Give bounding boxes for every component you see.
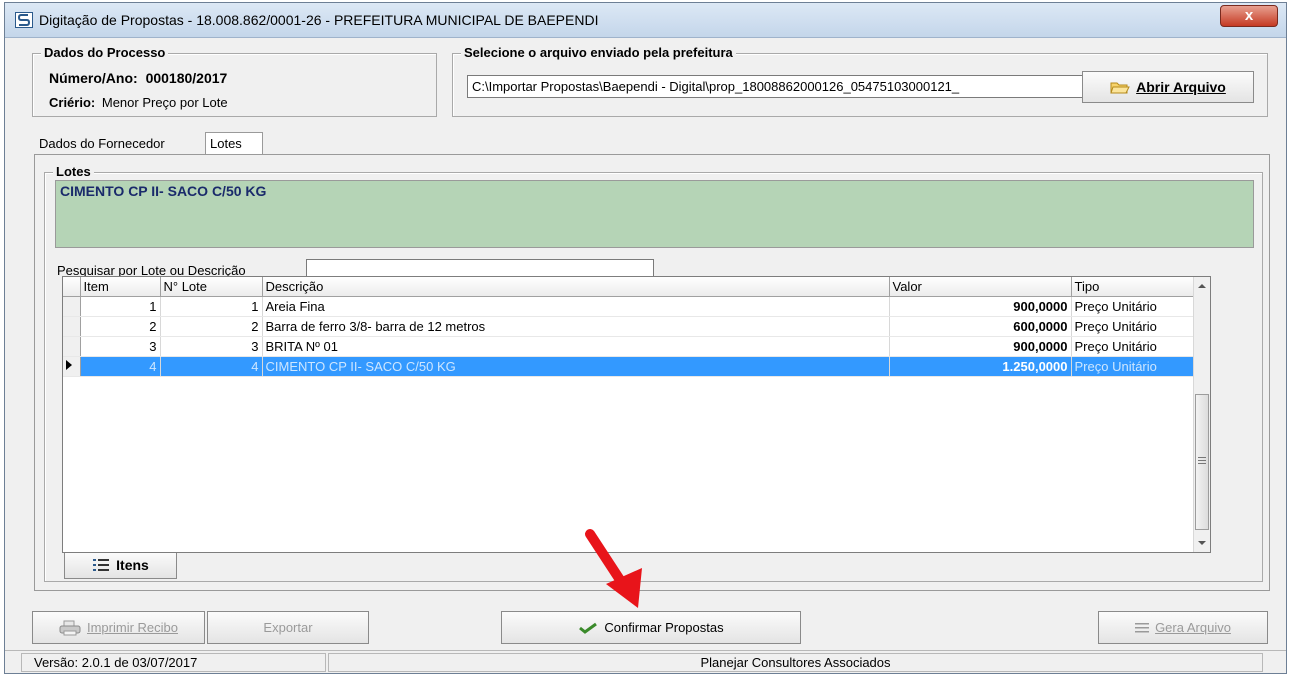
tab-dados-fornecedor[interactable]: Dados do Fornecedor xyxy=(35,132,213,154)
table-row[interactable]: 2 2 Barra de ferro 3/8- barra de 12 metr… xyxy=(63,316,1195,337)
cell-lote: 2 xyxy=(160,316,263,337)
cell-lote: 3 xyxy=(160,336,263,357)
cell-valor: 900,0000 xyxy=(889,336,1072,357)
cell-valor: 1.250,0000 xyxy=(889,356,1072,377)
abrir-arquivo-button[interactable]: Abrir Arquivo xyxy=(1082,71,1254,103)
row-indicator[interactable] xyxy=(63,316,81,337)
scroll-down-icon[interactable] xyxy=(1197,540,1207,546)
cell-tipo: Preço Unitário xyxy=(1071,336,1195,357)
lotes-title: Lotes xyxy=(53,164,94,179)
printer-icon xyxy=(59,620,81,635)
col-descricao[interactable]: Descrição xyxy=(262,277,890,297)
tab-lotes[interactable]: Lotes xyxy=(205,132,263,154)
grid-scrollbar[interactable] xyxy=(1193,277,1210,552)
status-company: Planejar Consultores Associados xyxy=(328,653,1263,672)
title-bar[interactable]: Digitação de Propostas - 18.008.862/0001… xyxy=(5,3,1286,38)
cell-descricao: BRITA Nº 01 xyxy=(262,336,890,357)
itens-label: Itens xyxy=(116,557,149,573)
list-icon xyxy=(93,559,110,571)
close-icon: x xyxy=(1244,7,1254,24)
checkmark-icon xyxy=(579,622,598,634)
abrir-arquivo-label: Abrir Arquivo xyxy=(1136,79,1226,95)
arquivo-group: Selecione o arquivo enviado pela prefeit… xyxy=(452,45,1268,117)
table-header: Item N° Lote Descrição Valor Tipo xyxy=(63,277,1195,297)
lote-description-panel: CIMENTO CP II- SACO C/50 KG xyxy=(55,180,1254,248)
row-indicator-current[interactable] xyxy=(63,356,81,377)
criterio-value: Menor Preço por Lote xyxy=(101,95,228,110)
cell-item: 4 xyxy=(80,356,161,377)
table-row[interactable]: 1 1 Areia Fina 900,0000 Preço Unitário xyxy=(63,296,1195,317)
imprimir-recibo-label: Imprimir Recibo xyxy=(86,620,178,635)
gera-arquivo-label: Gera Arquivo xyxy=(1155,620,1231,635)
status-bar: Versão: 2.0.1 de 03/07/2017 Planejar Con… xyxy=(5,650,1286,674)
dados-processo-group: Dados do Processo Número/Ano: 000180/201… xyxy=(32,45,437,117)
col-item[interactable]: Item xyxy=(80,277,161,297)
confirmar-propostas-label: Confirmar Propostas xyxy=(604,620,724,635)
confirmar-propostas-button[interactable]: Confirmar Propostas xyxy=(501,611,801,644)
cell-valor: 900,0000 xyxy=(889,296,1072,317)
cell-lote: 1 xyxy=(160,296,263,317)
arquivo-title: Selecione o arquivo enviado pela prefeit… xyxy=(461,45,736,60)
criterio: Criério: Menor Preço por Lote xyxy=(49,95,228,110)
table-row-selected[interactable]: 4 4 CIMENTO CP II- SACO C/50 KG 1.250,00… xyxy=(63,356,1195,377)
cell-descricao: Barra de ferro 3/8- barra de 12 metros xyxy=(262,316,890,337)
cell-item: 1 xyxy=(80,296,161,317)
col-valor[interactable]: Valor xyxy=(889,277,1072,297)
scroll-thumb[interactable] xyxy=(1195,394,1209,530)
cell-tipo: Preço Unitário xyxy=(1071,356,1195,377)
file-path-input[interactable]: C:\Importar Propostas\Baependi - Digital… xyxy=(467,75,1085,98)
lotes-grid[interactable]: Item N° Lote Descrição Valor Tipo 1 1 Ar… xyxy=(62,276,1211,553)
folder-icon xyxy=(1110,82,1130,94)
cell-item: 2 xyxy=(80,316,161,337)
exportar-label: Exportar xyxy=(263,620,313,635)
header-indicator xyxy=(63,277,81,297)
numero-ano: Número/Ano: 000180/2017 xyxy=(49,70,227,86)
cell-valor: 600,0000 xyxy=(889,316,1072,337)
cell-descricao: Areia Fina xyxy=(262,296,890,317)
cell-lote: 4 xyxy=(160,356,263,377)
status-version: Versão: 2.0.1 de 03/07/2017 xyxy=(21,653,326,672)
app-logo-icon xyxy=(15,12,33,28)
imprimir-recibo-button[interactable]: Imprimir Recibo xyxy=(32,611,205,644)
dados-processo-title: Dados do Processo xyxy=(41,45,169,60)
window-title: Digitação de Propostas - 18.008.862/0001… xyxy=(39,12,599,28)
annotation-arrow-icon xyxy=(585,529,642,608)
scroll-up-icon[interactable] xyxy=(1197,283,1207,289)
criterio-label: Criério: xyxy=(49,95,96,110)
col-lote[interactable]: N° Lote xyxy=(160,277,263,297)
close-button[interactable]: x xyxy=(1220,5,1278,27)
table-row[interactable]: 3 3 BRITA Nº 01 900,0000 Preço Unitário xyxy=(63,336,1195,357)
col-tipo[interactable]: Tipo xyxy=(1071,277,1195,297)
numero-value: 000180/2017 xyxy=(145,70,228,86)
row-indicator[interactable] xyxy=(63,296,81,317)
current-row-arrow-icon xyxy=(66,360,72,370)
cell-tipo: Preço Unitário xyxy=(1071,296,1195,317)
lines-icon xyxy=(1135,622,1150,632)
itens-button[interactable]: Itens xyxy=(64,551,177,579)
cell-descricao: CIMENTO CP II- SACO C/50 KG xyxy=(262,356,890,377)
cell-item: 3 xyxy=(80,336,161,357)
grip-icon xyxy=(1198,457,1206,464)
lotes-table: Item N° Lote Descrição Valor Tipo 1 1 Ar… xyxy=(63,277,1195,377)
row-indicator[interactable] xyxy=(63,336,81,357)
numero-label: Número/Ano: xyxy=(49,70,138,86)
cell-tipo: Preço Unitário xyxy=(1071,316,1195,337)
gera-arquivo-button[interactable]: Gera Arquivo xyxy=(1098,611,1268,644)
exportar-button[interactable]: Exportar xyxy=(207,611,369,644)
